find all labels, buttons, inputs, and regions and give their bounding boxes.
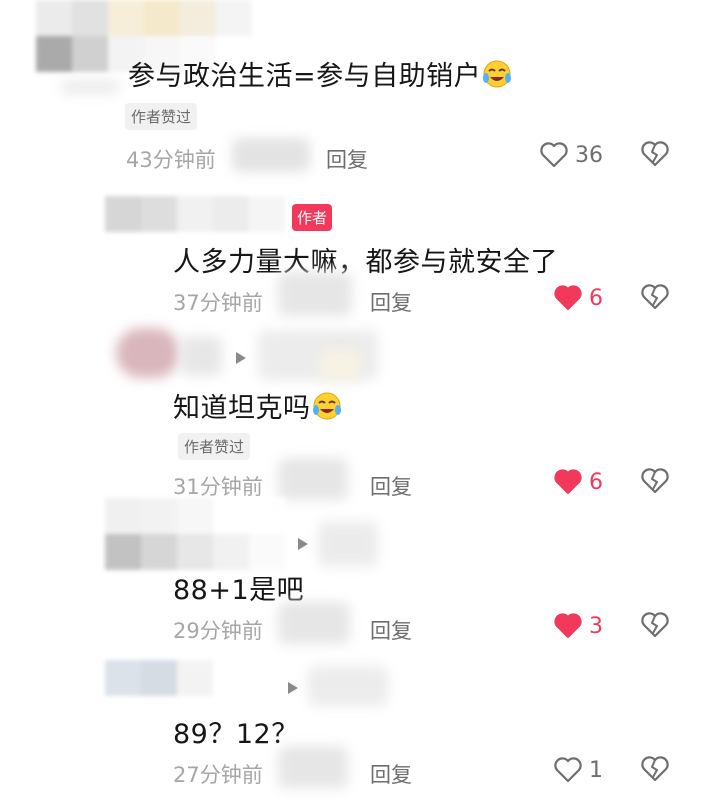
broken-heart-icon[interactable] [640,611,670,639]
comment-time: 43分钟前 [126,148,216,172]
reply-arrow-icon [298,538,308,550]
crying-laughing-emoji [312,392,341,420]
comment-text: 89？12？ [173,719,299,750]
heart-icon [554,285,582,310]
username-blurred[interactable] [308,666,388,706]
username-blurred[interactable] [105,660,285,696]
reply-button[interactable]: 回复 [370,759,412,789]
like-button[interactable]: 1 [553,755,603,785]
reply-arrow-icon [236,352,246,364]
crying-laughing-emoji [483,60,512,88]
like-count: 1 [589,757,603,783]
ip-location-blurred [278,746,348,788]
broken-heart-icon[interactable] [640,140,670,168]
like-count: 3 [589,613,603,639]
comment-time: 31分钟前 [173,475,263,499]
author-liked-badge: 作者赞过 [178,433,251,460]
reply-button[interactable]: 回复 [370,471,412,501]
ip-location-blurred [232,138,310,172]
username-blurred[interactable] [105,196,285,232]
broken-heart-icon[interactable] [640,467,670,495]
username-blurred[interactable] [105,498,285,570]
username-blurred[interactable] [258,330,378,380]
ip-location-blurred [278,458,348,500]
ip-location-blurred [278,272,352,316]
like-button[interactable]: 3 [553,611,603,641]
username-blurred[interactable] [180,336,222,376]
reply-arrow-icon [288,682,298,694]
reply-button[interactable]: 回复 [326,144,368,174]
comment-time: 29分钟前 [173,619,263,643]
comment-time: 27分钟前 [173,763,263,787]
ip-location-blurred [278,602,350,644]
comment-text: 知道坦克吗 [173,386,343,425]
comment-list: 参与政治生活=参与自助销户 作者赞过 43分钟前 回复 36 作者 人多力量大嘛… [0,0,711,800]
broken-heart-icon[interactable] [640,755,670,783]
heart-icon [554,469,582,494]
author-liked-badge: 作者赞过 [125,103,198,130]
like-button[interactable]: 36 [539,140,603,170]
reply-button[interactable]: 回复 [370,615,412,645]
blur-patch [60,80,120,94]
like-button[interactable]: 6 [553,467,603,497]
like-count: 6 [589,285,603,311]
like-count: 36 [575,142,603,168]
like-count: 6 [589,469,603,495]
blur-patch [320,350,360,382]
heart-icon [554,757,582,783]
comment-text: 参与政治生活=参与自助销户 [128,54,513,93]
username-blurred[interactable] [318,522,378,566]
broken-heart-icon[interactable] [640,283,670,311]
heart-icon [540,142,568,168]
reply-button[interactable]: 回复 [370,287,412,317]
author-tag: 作者 [292,204,333,231]
comment-time: 37分钟前 [173,291,263,315]
avatar-blurred [116,328,180,378]
comment-text: 人多力量大嘛，都参与就安全了 [173,247,558,278]
like-button[interactable]: 6 [553,283,603,313]
heart-icon [554,613,582,638]
